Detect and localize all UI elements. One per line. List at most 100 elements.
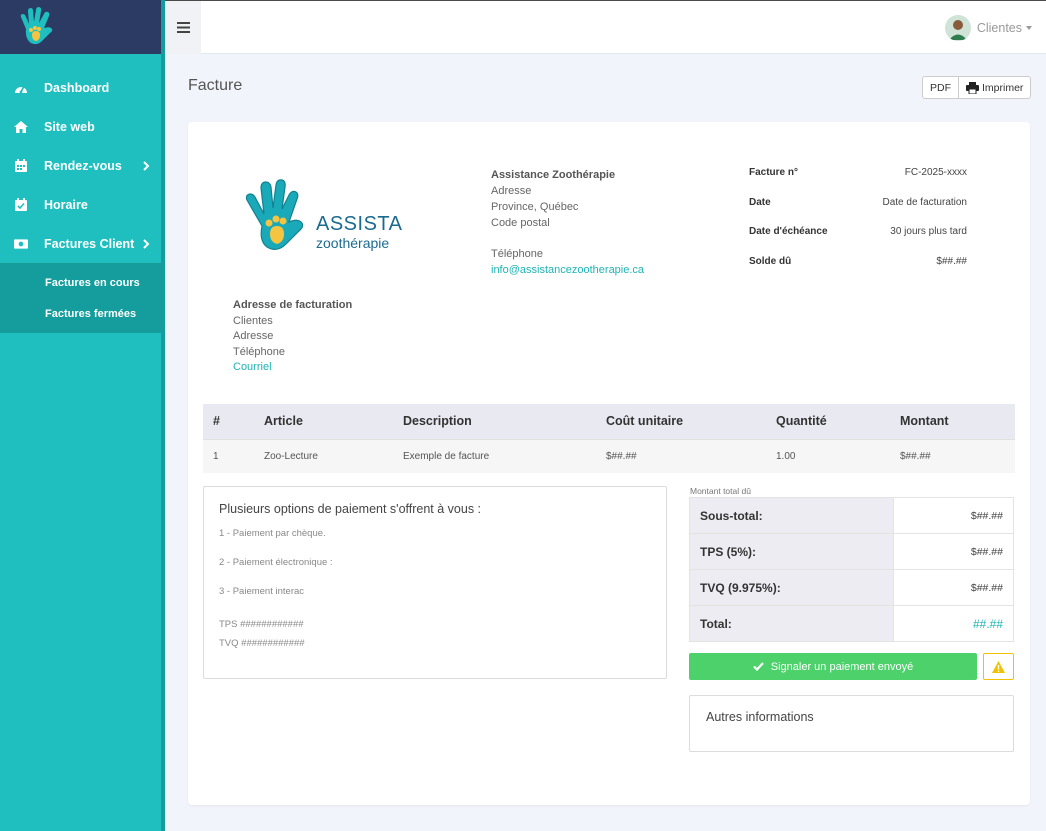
user-menu[interactable]: Clientes	[944, 1, 1032, 54]
user-menu-label: Clientes	[976, 20, 1022, 35]
cell-amount: $##.##	[890, 438, 1015, 473]
meta-row-due-date: Date d'échéance 30 jours plus tard	[749, 226, 967, 256]
meta-key: Facture n°	[749, 167, 799, 178]
sidebar-item-label: Rendez-vous	[44, 158, 122, 173]
cell-article: Zoo-Lecture	[254, 438, 393, 473]
export-button-group: PDF Imprimer	[922, 76, 1032, 99]
company-email-link[interactable]: info@assistancezootherapie.ca	[491, 262, 644, 278]
cell-number: 1	[203, 438, 254, 473]
topbar: Clientes	[165, 0, 1046, 54]
pdf-button[interactable]: PDF	[922, 76, 959, 99]
print-button[interactable]: Imprimer	[959, 76, 1032, 99]
meta-value: FC-2025-xxxx	[904, 167, 967, 178]
billing-heading: Adresse de facturation	[233, 299, 353, 311]
sidebar-item-label: Site web	[44, 119, 95, 134]
totals-row-tvq: TVQ (9.975%): $##.##	[689, 569, 1014, 606]
totals-row-subtotal: Sous-total: $##.##	[689, 497, 1014, 534]
meta-key: Date	[749, 196, 771, 208]
col-header-quantity: Quantité	[766, 404, 890, 439]
tvq-number: TVQ ############	[219, 638, 305, 649]
signal-payment-label: Signaler un paiement envoyé	[770, 660, 914, 673]
calendar-icon	[14, 159, 28, 173]
items-header-row: # Article Description Coût unitaire Quan…	[203, 404, 1015, 439]
payment-heading: Plusieurs options de paiement s'offrent …	[219, 502, 482, 516]
col-header-article: Article	[254, 404, 393, 439]
invoice-card: ASSISTANCE zoothérapie Assistance Zoothé…	[188, 122, 1030, 805]
company-address: Adresse	[491, 185, 532, 197]
payment-option: 2 - Paiement électronique :	[219, 557, 333, 568]
meta-row-balance: Solde dû $##.##	[749, 256, 967, 286]
printer-icon	[966, 81, 979, 94]
calendar-check-icon	[14, 198, 28, 212]
col-header-unit-cost: Coût unitaire	[596, 404, 766, 439]
sidebar-item-rendez-vous[interactable]: Rendez-vous	[0, 146, 165, 185]
totals-row-tps: TPS (5%): $##.##	[689, 533, 1014, 570]
sidebar-item-site-web[interactable]: Site web	[0, 107, 165, 146]
totals-key: TPS (5%):	[689, 533, 894, 570]
company-phone: Téléphone	[491, 248, 543, 260]
sidebar-subitem-factures-en-cours[interactable]: Factures en cours	[0, 267, 161, 298]
logo-line2: zoothérapie	[316, 235, 389, 251]
other-info-box: Autres informations	[689, 695, 1014, 752]
tps-number: TPS ############	[219, 619, 304, 630]
avatar	[944, 14, 971, 41]
billing-phone: Téléphone	[233, 345, 285, 358]
totals-key: TVQ (9.975%):	[689, 569, 894, 606]
home-icon	[14, 120, 28, 134]
totals-value: $##.##	[893, 497, 1014, 534]
logo-line1: ASSISTANCE	[316, 213, 404, 235]
sidebar-item-horaire[interactable]: Horaire	[0, 185, 165, 224]
sidebar-item-label: Dashboard	[44, 80, 110, 95]
sidebar-item-label: Factures Client	[44, 236, 135, 251]
meta-key: Date d'échéance	[749, 226, 828, 237]
table-row: 1 Zoo-Lecture Exemple de facture $##.## …	[203, 438, 1015, 473]
warning-icon	[992, 660, 1005, 673]
col-header-amount: Montant	[890, 404, 1015, 439]
meta-key: Solde dû	[749, 255, 792, 267]
cell-unit-cost: $##.##	[596, 438, 766, 473]
print-button-label: Imprimer	[982, 81, 1024, 94]
totals-value: $##.##	[893, 533, 1014, 570]
totals-row-total: Total: ##.##	[689, 605, 1014, 642]
company-postal: Code postal	[491, 217, 550, 229]
signal-payment-button[interactable]: Signaler un paiement envoyé	[689, 653, 977, 680]
totals-key: Sous-total:	[689, 497, 894, 534]
paw-hand-logo-icon[interactable]	[18, 7, 56, 47]
cell-quantity: 1.00	[766, 438, 890, 473]
sidebar-item-dashboard[interactable]: Dashboard	[0, 68, 165, 107]
totals-value: ##.##	[893, 605, 1014, 642]
caret-down-icon	[1026, 25, 1032, 30]
col-header-number: #	[203, 404, 254, 439]
meta-value: 30 jours plus tard	[890, 226, 967, 237]
page-title: Facture	[188, 77, 243, 94]
warning-button[interactable]	[983, 653, 1014, 680]
totals-value: $##.##	[893, 569, 1014, 606]
sidebar-item-label: Horaire	[44, 197, 88, 212]
meta-value: $##.##	[936, 255, 967, 267]
meta-row-date: Date Date de facturation	[749, 197, 967, 227]
totals-caption: Montant total dû	[690, 486, 751, 496]
chevron-right-icon	[143, 238, 150, 249]
company-info: Assistance Zoothérapie Adresse Province,…	[491, 167, 644, 278]
money-icon	[14, 237, 28, 251]
cell-description: Exemple de facture	[393, 438, 596, 473]
sidebar-subitem-factures-fermees[interactable]: Factures fermées	[0, 298, 161, 329]
sidebar-subnav-factures: Factures en cours Factures fermées	[0, 263, 161, 333]
company-province: Province, Québec	[491, 201, 579, 213]
totals-key: Total:	[689, 605, 894, 642]
payment-option: 3 - Paiement interac	[219, 586, 305, 597]
col-header-description: Description	[393, 404, 596, 439]
meta-row-invoice-number: Facture n° FC-2025-xxxx	[749, 167, 967, 197]
assistance-zootherapie-logo: ASSISTANCE zoothérapie	[245, 179, 404, 251]
billing-email-link[interactable]: Courriel	[233, 360, 352, 376]
chevron-right-icon	[143, 160, 150, 171]
sidebar-nav: Dashboard Site web Rendez-vous Horaire F…	[0, 54, 165, 263]
billing-address: Adresse de facturation Clientes Adresse …	[233, 298, 352, 376]
invoice-meta: Facture n° FC-2025-xxxx Date Date de factu…	[749, 167, 967, 285]
sidebar-item-factures-client[interactable]: Factures Client	[0, 224, 165, 263]
gauge-icon	[14, 81, 28, 95]
billing-client: Clientes	[233, 314, 273, 327]
menu-toggle-button[interactable]	[165, 1, 201, 54]
payment-option: 1 - Paiement par chèque.	[219, 528, 326, 539]
